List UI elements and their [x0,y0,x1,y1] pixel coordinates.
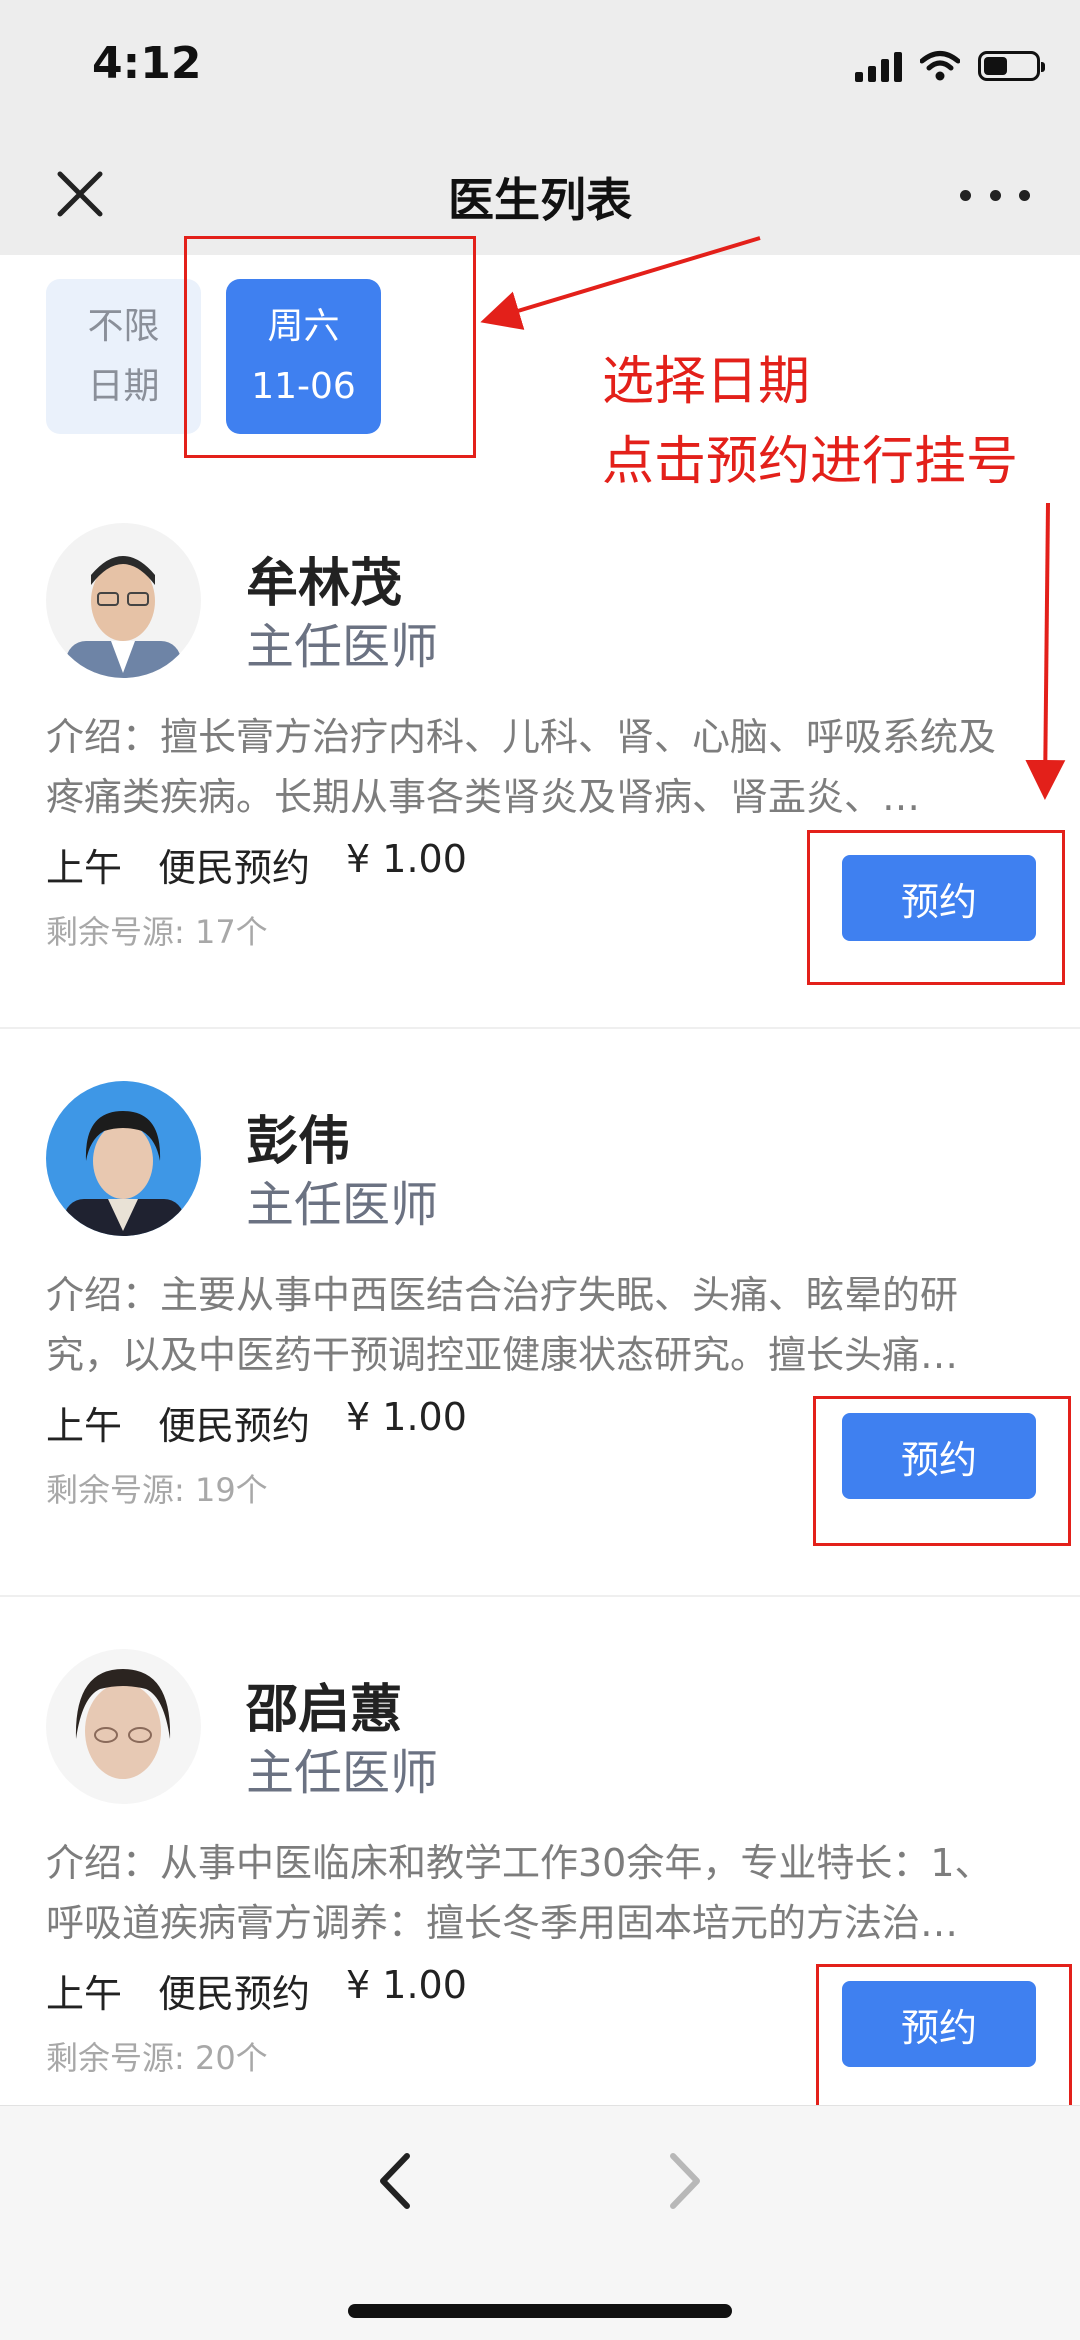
slot-info: 上午 便民预约 ¥ 1.00 [46,1963,467,2018]
doctor-title: 主任医师 [246,1745,439,1801]
slot-period: 上午 [46,846,123,890]
remaining-slots: 剩余号源: 17个 [46,913,268,951]
doctor-card: 彭伟 主任医师 介绍：主要从事中西医结合治疗失眠、头痛、眩晕的研究，以及中医药干… [0,1081,1080,1649]
annotation-box-book [813,1396,1071,1546]
slot-type: 便民预约 [158,1404,311,1448]
slot-price: ¥ 1.00 [346,1395,467,1439]
slot-type: 便民预约 [158,1972,311,2016]
wifi-icon [920,51,960,81]
doctor-intro: 介绍：擅长膏方治疗内科、儿科、肾、心脑、呼吸系统及疼痛类疾病。长期从事各类肾炎及… [46,715,997,819]
doctor-avatar [46,1081,201,1236]
date-tab-unlimited[interactable]: 不限 日期 [46,279,201,434]
annotation-line1: 选择日期 [602,352,811,412]
doctor-intro: 介绍：从事中医临床和教学工作30余年，专业特长：1、呼吸道疾病膏方调养：擅长冬季… [46,1841,993,1945]
doctor-avatar [46,1649,201,1804]
annotation-text: 选择日期 点击预约进行挂号 [602,342,1018,502]
signal-icon [855,50,902,82]
doctor-title: 主任医师 [246,619,439,675]
annotation-box-date [184,236,476,458]
more-icon[interactable] [960,170,1030,220]
slot-period: 上午 [46,1404,123,1448]
remaining-slots: 剩余号源: 20个 [46,2039,268,2077]
battery-level [984,57,1007,75]
doctor-name: 彭伟 [246,1112,351,1172]
status-time: 4:12 [92,38,202,89]
doctor-name: 牟林茂 [246,554,403,614]
slot-price: ¥ 1.00 [346,1963,467,2007]
slot-price: ¥ 1.00 [346,837,467,881]
back-arrow-icon[interactable] [365,2146,425,2216]
slot-type: 便民预约 [158,846,311,890]
date-tab-line2: 日期 [87,365,160,407]
annotation-box-book [816,1964,1072,2114]
doctor-title: 主任医师 [246,1177,439,1233]
forward-arrow-icon[interactable] [655,2146,715,2216]
doctor-intro: 介绍：主要从事中西医结合治疗失眠、头痛、眩晕的研究，以及中医药干预调控亚健康状态… [46,1273,959,1377]
remaining-slots: 剩余号源: 19个 [46,1471,268,1509]
slot-info: 上午 便民预约 ¥ 1.00 [46,837,467,892]
bottom-toolbar [0,2105,1080,2340]
battery-icon [978,51,1045,81]
status-icons [855,46,1045,86]
card-divider [0,1595,1080,1597]
doctor-avatar [46,523,201,678]
doctor-card: 牟林茂 主任医师 介绍：擅长膏方治疗内科、儿科、肾、心脑、呼吸系统及疼痛类疾病。… [0,523,1080,1091]
doctor-list-content: 不限 日期 周六 11-06 牟林茂 主任医师 介绍：擅长膏方治疗内科、儿科、肾… [0,255,1080,2217]
status-bar: 4:12 [0,0,1080,140]
slot-info: 上午 便民预约 ¥ 1.00 [46,1395,467,1450]
annotation-line2: 点击预约进行挂号 [602,432,1019,492]
slot-period: 上午 [46,1972,123,2016]
home-indicator[interactable] [348,2304,732,2318]
nav-bar: 医生列表 [0,140,1080,255]
card-divider [0,1027,1080,1029]
doctor-name: 邵启蕙 [246,1680,403,1740]
page-title: 医生列表 [448,173,632,227]
date-tab-line1: 不限 [87,305,160,347]
annotation-box-book [807,830,1065,985]
